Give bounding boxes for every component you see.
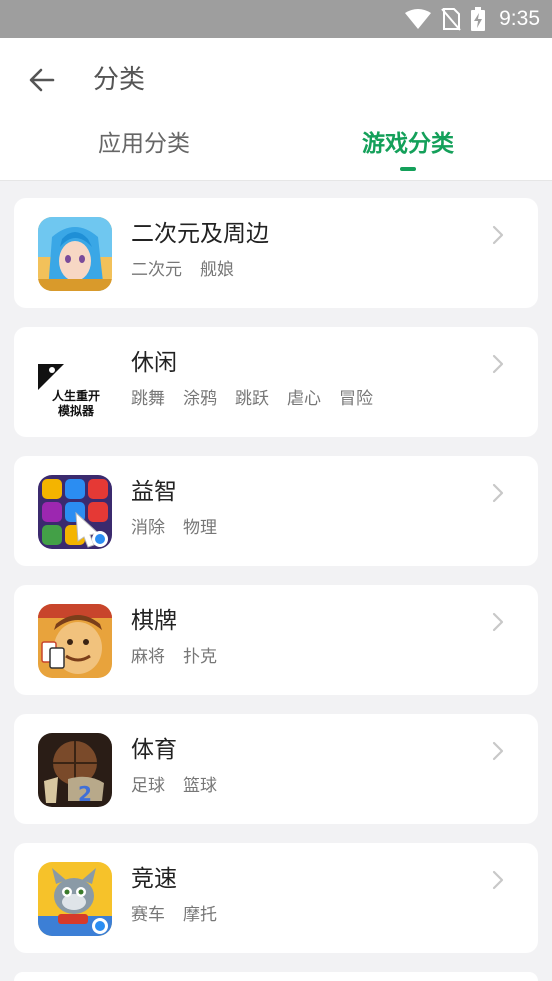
- category-tags: 跳舞 涂鸦 跳跃 虐心 冒险: [131, 387, 373, 411]
- category-title: 体育: [131, 737, 177, 763]
- card-player-icon: [38, 604, 112, 678]
- back-arrow-icon: [29, 68, 55, 92]
- category-tag[interactable]: 摩托: [183, 903, 217, 927]
- chevron-right-icon: [492, 870, 504, 890]
- category-tag[interactable]: 舰娘: [200, 258, 234, 282]
- category-tag[interactable]: 虐心: [287, 387, 321, 411]
- category-tags: 麻将 扑克: [131, 645, 217, 669]
- category-tag[interactable]: 跳舞: [131, 387, 165, 411]
- header: 分类 应用分类 游戏分类: [0, 38, 552, 181]
- category-tag[interactable]: 二次元: [131, 258, 182, 282]
- life-simulator-icon: 人生重开 模拟器: [38, 346, 112, 420]
- category-tags: 足球 篮球: [131, 774, 217, 798]
- category-card-board[interactable]: 棋牌 麻将 扑克: [14, 585, 538, 695]
- puzzle-gems-icon: [38, 475, 112, 549]
- category-title: 休闲: [131, 350, 177, 376]
- category-tags: 二次元 舰娘: [131, 258, 234, 282]
- svg-text:2: 2: [78, 782, 92, 806]
- talking-tom-racing-icon: [38, 862, 112, 936]
- chevron-right-icon: [492, 354, 504, 374]
- category-tag[interactable]: 赛车: [131, 903, 165, 927]
- category-tag[interactable]: 跳跃: [235, 387, 269, 411]
- status-icons: 9:35: [405, 0, 540, 38]
- category-tags: 赛车 摩托: [131, 903, 217, 927]
- back-button[interactable]: [22, 60, 62, 100]
- chevron-right-icon: [492, 612, 504, 632]
- category-tag[interactable]: 扑克: [183, 645, 217, 669]
- battery-icon: [471, 7, 486, 31]
- category-tag[interactable]: 麻将: [131, 645, 165, 669]
- basketball-game-icon: 2: [38, 733, 112, 807]
- category-tag[interactable]: 足球: [131, 774, 165, 798]
- anime-game-icon: [38, 217, 112, 291]
- tab-active-indicator: [400, 167, 416, 171]
- category-title: 二次元及周边: [131, 221, 269, 247]
- category-title: 益智: [131, 479, 177, 505]
- category-tags: 消除 物理: [131, 516, 217, 540]
- icon-text-line-1: 人生重开: [52, 389, 101, 403]
- wifi-icon: [405, 9, 432, 29]
- no-sim-icon: [441, 8, 461, 31]
- category-tag[interactable]: 涂鸦: [183, 387, 217, 411]
- category-tag[interactable]: 篮球: [183, 774, 217, 798]
- category-card-anime[interactable]: 二次元及周边 二次元 舰娘: [14, 198, 538, 308]
- chevron-right-icon: [492, 225, 504, 245]
- category-title: 棋牌: [131, 608, 177, 634]
- page-title: 分类: [93, 65, 146, 95]
- category-card-puzzle[interactable]: 益智 消除 物理: [14, 456, 538, 566]
- chevron-right-icon: [492, 483, 504, 503]
- status-bar: 9:35: [0, 0, 552, 38]
- category-card-sports[interactable]: 2 体育 足球 篮球: [14, 714, 538, 824]
- category-card-casual[interactable]: 人生重开 模拟器 休闲 跳舞 涂鸦 跳跃 虐心 冒险: [14, 327, 538, 437]
- category-card-racing[interactable]: 竞速 赛车 摩托: [14, 843, 538, 953]
- category-tag[interactable]: 冒险: [339, 387, 373, 411]
- status-time: 9:35: [499, 7, 540, 30]
- tab-game-categories[interactable]: 游戏分类: [270, 124, 546, 164]
- icon-text-line-2: 模拟器: [58, 404, 95, 418]
- chevron-right-icon: [492, 741, 504, 761]
- tab-app-categories[interactable]: 应用分类: [6, 124, 282, 164]
- category-tag[interactable]: 消除: [131, 516, 165, 540]
- category-title: 竞速: [131, 866, 177, 892]
- category-tag[interactable]: 物理: [183, 516, 217, 540]
- category-card-partial[interactable]: [14, 972, 538, 981]
